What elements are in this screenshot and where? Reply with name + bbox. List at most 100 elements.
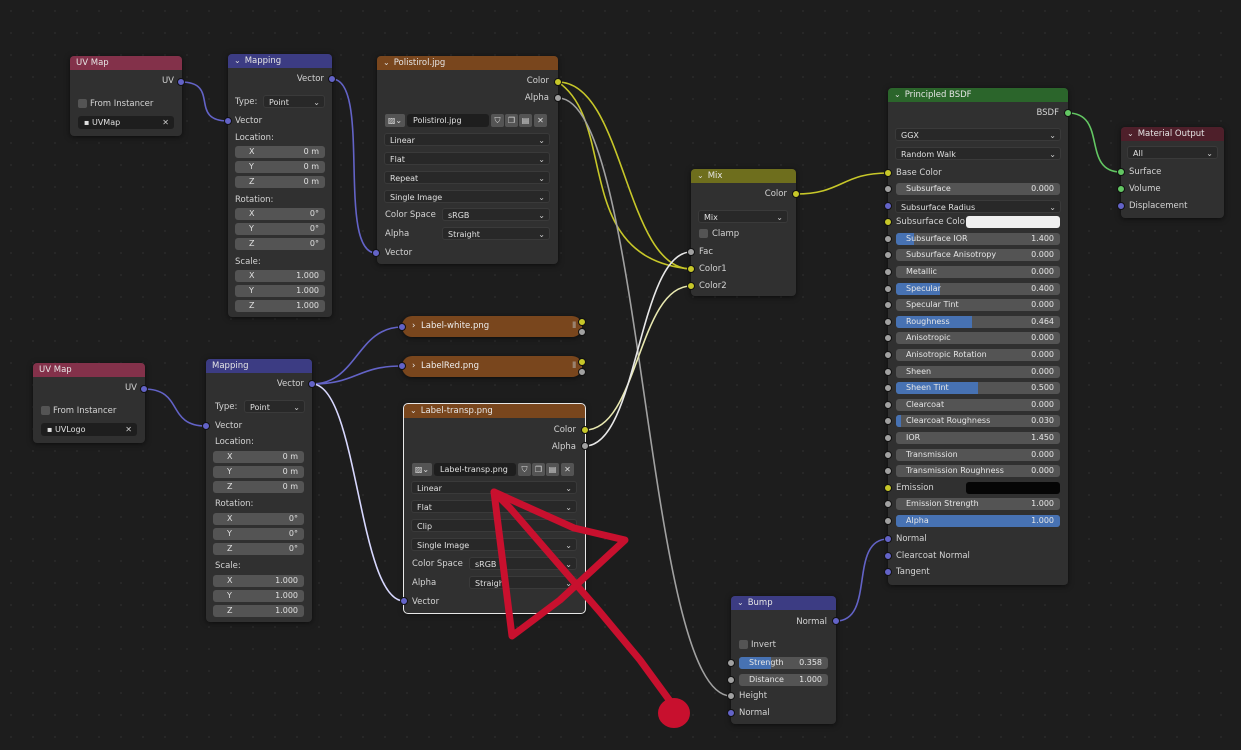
invert-checkbox[interactable] xyxy=(739,640,748,649)
interpolation-dropdown[interactable]: Linear ⌄ xyxy=(411,481,577,494)
fake-user-shield-icon[interactable]: ⛉ xyxy=(491,114,504,127)
emission-color-swatch[interactable] xyxy=(966,482,1060,494)
socket-bsdf-input-8[interactable] xyxy=(884,301,892,309)
socket-bump-normal-in[interactable] xyxy=(727,709,735,717)
socket-mix-fac[interactable] xyxy=(687,248,695,256)
collapse-chevron-icon[interactable]: ⌄ xyxy=(234,54,241,68)
image-texture-node-label-red[interactable]: › LabelRed.png ⦀ xyxy=(402,356,582,377)
sheen-tint-slider[interactable]: Sheen Tint 0.500 xyxy=(896,382,1060,394)
socket-tex1-color-out[interactable] xyxy=(554,78,562,86)
collapse-chevron-icon[interactable]: ⌄ xyxy=(383,56,390,70)
anisotropic-slider[interactable]: Anisotropic 0.000 xyxy=(896,332,1060,344)
location-z-field[interactable]: Z 0 m xyxy=(213,481,304,493)
node-header[interactable]: ⌄ Mix xyxy=(691,169,796,183)
expand-chevron-icon[interactable]: › xyxy=(412,316,415,337)
unlink-close-icon[interactable]: ✕ xyxy=(561,463,574,476)
location-z-field[interactable]: Z 0 m xyxy=(235,176,325,188)
socket-bsdf-input-11[interactable] xyxy=(884,351,892,359)
location-x-field[interactable]: X 0 m xyxy=(213,451,304,463)
socket-tex1-vec-in[interactable] xyxy=(372,249,380,257)
uv-map-node-2[interactable]: UV Map UV From Instancer ▪ UVLogo ✕ xyxy=(33,363,145,443)
bump-node[interactable]: ⌄ Bump Normal Invert Strength 0.358 Dista… xyxy=(731,596,836,724)
image-name-field[interactable]: Polistirol.jpg xyxy=(407,114,489,127)
roughness-slider[interactable]: Roughness 0.464 xyxy=(896,316,1060,328)
socket-bump-height[interactable] xyxy=(727,692,735,700)
socket-tex3-vec-in[interactable] xyxy=(400,597,408,605)
socket-bump-strength[interactable] xyxy=(727,659,735,667)
image-browse-icon[interactable]: ▨⌄ xyxy=(385,114,405,127)
metallic-slider[interactable]: Metallic 0.000 xyxy=(896,266,1060,278)
fake-user-shield-icon[interactable]: ⛉ xyxy=(518,463,531,476)
collapse-chevron-icon[interactable]: ⌄ xyxy=(697,169,704,183)
anisotropic-rotation-slider[interactable]: Anisotropic Rotation 0.000 xyxy=(896,349,1060,361)
socket-bsdf-input-7[interactable] xyxy=(884,285,892,293)
node-header[interactable]: ⌄ Material Output xyxy=(1121,127,1224,141)
scale-z-field[interactable]: Z 1.000 xyxy=(235,300,325,312)
socket-out-volume[interactable] xyxy=(1117,185,1125,193)
image-texture-node-label-white[interactable]: › Label-white.png ⦀ xyxy=(402,316,582,337)
subsurface-ior-slider[interactable]: Subsurface IOR 1.400 xyxy=(896,233,1060,245)
blend-mode-dropdown[interactable]: Mix ⌄ xyxy=(698,210,788,223)
duplicate-icon[interactable]: ❐ xyxy=(505,114,518,127)
open-folder-icon[interactable]: ▤ xyxy=(546,463,559,476)
socket-bsdf-input-1[interactable] xyxy=(884,185,892,193)
specular-tint-slider[interactable]: Specular Tint 0.000 xyxy=(896,299,1060,311)
duplicate-icon[interactable]: ❐ xyxy=(532,463,545,476)
node-header[interactable]: ⌄ Label-transp.png xyxy=(404,404,585,418)
socket-map1-vec-in[interactable] xyxy=(224,117,232,125)
socket-bsdf-input-23[interactable] xyxy=(884,552,892,560)
scale-y-field[interactable]: Y 1.000 xyxy=(213,590,304,602)
extension-dropdown[interactable]: Clip ⌄ xyxy=(411,519,577,532)
transmission-slider[interactable]: Transmission 0.000 xyxy=(896,449,1060,461)
socket-bsdf-input-21[interactable] xyxy=(884,517,892,525)
scale-y-field[interactable]: Y 1.000 xyxy=(235,285,325,297)
source-dropdown[interactable]: Single Image ⌄ xyxy=(384,190,550,203)
socket-bsdf-input-4[interactable] xyxy=(884,235,892,243)
socket-bsdf-input-16[interactable] xyxy=(884,434,892,442)
rotation-x-field[interactable]: X 0° xyxy=(235,208,325,220)
emission-strength-slider[interactable]: Emission Strength 1.000 xyxy=(896,498,1060,510)
clamp-checkbox[interactable] xyxy=(699,229,708,238)
node-header[interactable]: ⌄ Mapping xyxy=(228,54,332,68)
socket-white-color-out[interactable] xyxy=(578,318,586,326)
ior-slider[interactable]: IOR 1.450 xyxy=(896,432,1060,444)
rotation-y-field[interactable]: Y 0° xyxy=(213,528,304,540)
socket-bsdf-input-12[interactable] xyxy=(884,368,892,376)
socket-red-color-out[interactable] xyxy=(578,358,586,366)
distribution-dropdown[interactable]: GGX ⌄ xyxy=(895,128,1061,141)
expand-chevron-icon[interactable]: › xyxy=(412,356,415,377)
socket-bsdf-input-0[interactable] xyxy=(884,169,892,177)
collapse-chevron-icon[interactable]: ⌄ xyxy=(894,88,901,102)
socket-bsdf-input-13[interactable] xyxy=(884,384,892,392)
socket-bsdf-input-3[interactable] xyxy=(884,218,892,226)
color-space-dropdown[interactable]: sRGB ⌄ xyxy=(469,557,577,570)
material-output-node[interactable]: ⌄ Material Output All ⌄ Surface Volume Dis… xyxy=(1121,127,1224,218)
socket-bsdf-input-24[interactable] xyxy=(884,568,892,576)
subsurface-method-dropdown[interactable]: Random Walk ⌄ xyxy=(895,147,1061,160)
image-texture-node-label-transp[interactable]: ⌄ Label-transp.png Color Alpha ▨⌄ Label-t… xyxy=(403,403,586,614)
socket-map2-vec-out[interactable] xyxy=(308,380,316,388)
clearcoat-slider[interactable]: Clearcoat 0.000 xyxy=(896,399,1060,411)
type-dropdown[interactable]: Point ⌄ xyxy=(263,95,325,108)
scale-x-field[interactable]: X 1.000 xyxy=(213,575,304,587)
socket-bsdf-input-15[interactable] xyxy=(884,417,892,425)
clearcoat-roughness-slider[interactable]: Clearcoat Roughness 0.030 xyxy=(896,415,1060,427)
target-dropdown[interactable]: All ⌄ xyxy=(1127,146,1218,159)
socket-mix-c2[interactable] xyxy=(687,282,695,290)
rotation-z-field[interactable]: Z 0° xyxy=(213,543,304,555)
distance-field[interactable]: Distance 1.000 xyxy=(739,674,828,686)
socket-uv1-out[interactable] xyxy=(177,78,185,86)
from-instancer-checkbox[interactable] xyxy=(78,99,87,108)
mapping-node-1[interactable]: ⌄ Mapping Vector Type: Point ⌄ Vector Loca… xyxy=(228,54,332,317)
socket-bsdf-input-5[interactable] xyxy=(884,251,892,259)
strength-slider[interactable]: Strength 0.358 xyxy=(739,657,828,669)
socket-red-alpha-out[interactable] xyxy=(578,368,586,376)
uv-map-node-1[interactable]: UV Map UV From Instancer ▪ UVMap ✕ xyxy=(70,56,182,136)
principled-bsdf-node[interactable]: ⌄ Principled BSDF BSDF GGX ⌄ Random Walk ⌄ … xyxy=(888,88,1068,585)
socket-mix-out[interactable] xyxy=(792,190,800,198)
clear-icon[interactable]: ✕ xyxy=(125,423,132,436)
clear-icon[interactable]: ✕ xyxy=(162,116,169,129)
uv-map-field[interactable]: ▪ UVMap ✕ xyxy=(78,116,174,129)
socket-map2-vec-in[interactable] xyxy=(202,422,210,430)
socket-bump-distance[interactable] xyxy=(727,676,735,684)
